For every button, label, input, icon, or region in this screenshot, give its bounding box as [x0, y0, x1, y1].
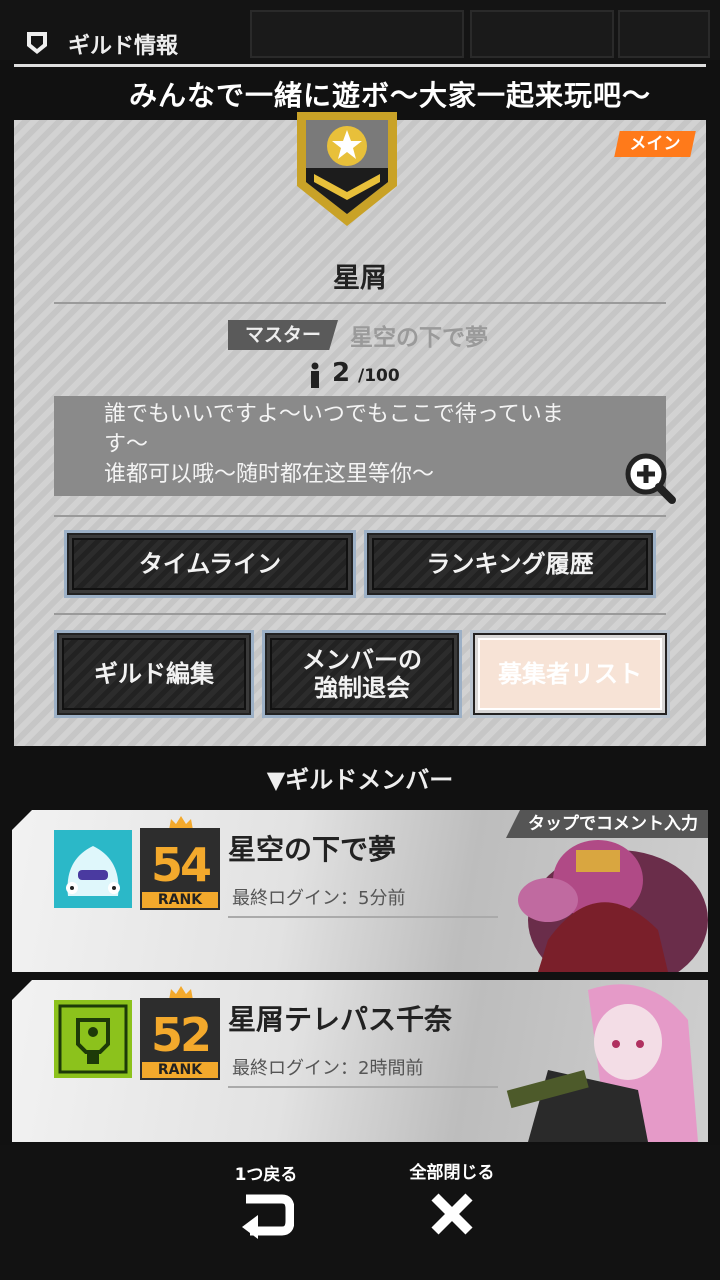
member-count-current: 2 — [332, 358, 351, 388]
divider — [228, 1086, 498, 1088]
close-icon — [431, 1193, 473, 1235]
rank-label: RANK — [142, 1062, 218, 1078]
guild-comment: 誰でもいいですよ〜いつでもここで待っていま す〜 谁都可以哦〜随时都在这里等你〜 — [54, 396, 676, 504]
divider — [54, 515, 666, 517]
comment-line: す〜 — [104, 432, 149, 457]
applicant-list-button[interactable]: 募集者リスト — [470, 630, 670, 718]
header-underline — [14, 64, 706, 67]
ranking-history-button[interactable]: ランキング履歴 — [364, 530, 656, 598]
member-last-login: 最終ログイン：2時間前 — [232, 1058, 424, 1079]
member-name: 星空の下で夢 — [228, 833, 397, 866]
force-remove-member-button[interactable]: メンバーの 強制退会 — [262, 630, 462, 718]
return-arrow-icon — [242, 1194, 294, 1239]
guild-edit-button[interactable]: ギルド編集 — [54, 630, 254, 718]
main-guild-badge: メイン — [614, 131, 696, 157]
header-title: ギルド情報 — [68, 34, 179, 59]
zoom-in-icon[interactable] — [622, 450, 678, 506]
rank-number: 54 — [150, 838, 212, 892]
timeline-button[interactable]: タイムライン — [64, 530, 356, 598]
back-one-button[interactable]: 1つ戻る — [206, 1160, 326, 1239]
background-nav-ghost — [574, 1145, 714, 1280]
rank-badge: 54 RANK — [140, 828, 220, 910]
member-name: 星屑テレパス千奈 — [228, 1003, 453, 1036]
close-all-button[interactable]: 全部閉じる — [392, 1158, 512, 1239]
shield-icon — [27, 32, 47, 54]
comment-line: 誰でもいいですよ〜いつでもここで待っていま — [104, 402, 564, 427]
guild-name: 星屑 — [333, 263, 387, 294]
master-name: 星空の下で夢 — [350, 325, 488, 351]
tap-to-comment-hint: タップでコメント入力 — [506, 810, 708, 838]
rank-label: RANK — [142, 892, 218, 908]
divider — [54, 302, 666, 304]
guild-emblem-icon — [297, 112, 397, 226]
member-card[interactable]: 52 RANK 星屑テレパス千奈 最終ログイン：2時間前 — [12, 980, 708, 1142]
divider — [228, 916, 498, 918]
back-one-label: 1つ戻る — [234, 1165, 298, 1185]
member-avatar — [54, 1000, 132, 1078]
close-all-label: 全部閉じる — [409, 1163, 495, 1183]
person-icon — [311, 362, 319, 388]
member-last-login: 最終ログイン：5分前 — [232, 888, 406, 909]
rank-badge: 52 RANK — [140, 998, 220, 1080]
member-card[interactable]: 54 RANK 星空の下で夢 最終ログイン：5分前 タップでコメント入力 — [12, 810, 708, 972]
divider — [54, 613, 666, 615]
guild-info-header: ギルド情報 — [14, 20, 706, 67]
guild-members-heading: ▼ギルドメンバー — [266, 766, 454, 794]
member-avatar — [54, 830, 132, 908]
comment-line: 谁都可以哦〜随时都在这里等你〜 — [104, 462, 435, 487]
member-count-max: /100 — [358, 366, 400, 386]
rank-number: 52 — [150, 1008, 212, 1062]
master-label: マスター — [228, 320, 338, 350]
character-portrait — [506, 984, 698, 1142]
